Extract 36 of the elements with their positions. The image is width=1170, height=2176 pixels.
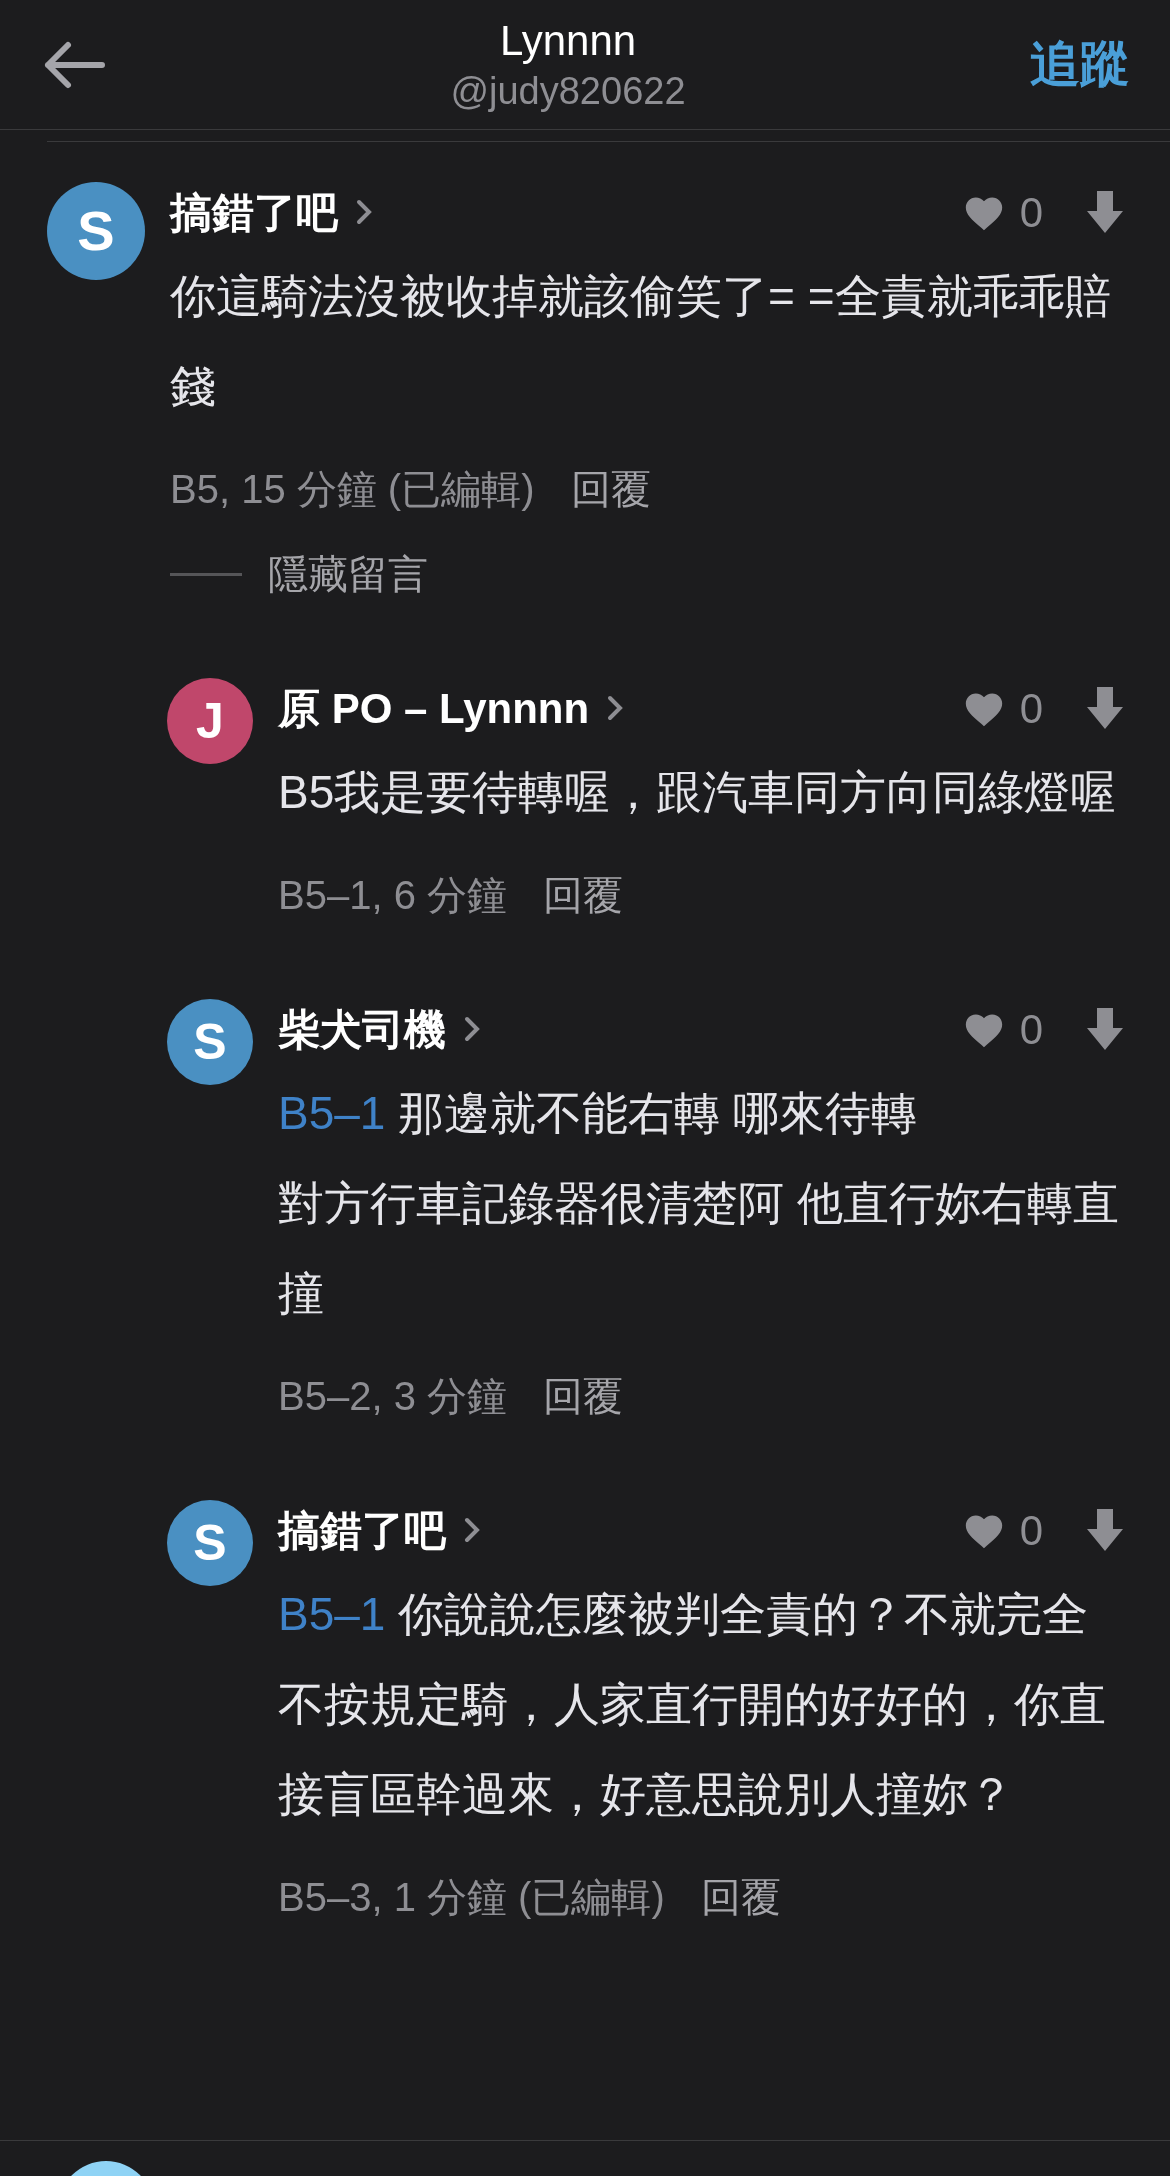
hide-comments-link[interactable]: 隱藏留言 (268, 544, 428, 604)
like-count: 0 (1019, 1004, 1043, 1055)
author-name[interactable]: 搞錯了吧 (170, 180, 338, 244)
avatar[interactable]: J (167, 678, 253, 764)
reply-link[interactable]: 回覆 (700, 1867, 781, 1927)
chevron-icon (464, 1016, 480, 1042)
comment-meta: B5–2, 3 分鐘 (278, 1373, 507, 1420)
chevron-icon (607, 695, 624, 721)
reply-to-link[interactable]: B5–1 (278, 1087, 386, 1139)
page-title: Lynnnn (499, 15, 637, 66)
like-count: 0 (1019, 683, 1043, 734)
comment-meta: B5–3, 1 分鐘 (已編輯) (278, 1874, 665, 1921)
like-count: 0 (1019, 187, 1043, 238)
chevron-icon (356, 199, 372, 225)
comment-text: B5我是要待轉喔，跟汽車同方向同綠燈喔 (278, 765, 1118, 820)
comment-text: 你這騎法沒被收掉就該偷笑了= =全責就乖乖賠錢 (170, 269, 1112, 414)
reply-link[interactable]: 回覆 (543, 1366, 623, 1426)
author-name[interactable]: 原 PO – Lynnnn (278, 676, 590, 740)
author-name[interactable]: 柴犬司機 (278, 997, 446, 1061)
comment-text: B5–1 你說說怎麼被判全責的？不就完全不按規定騎，人家直行開的好好的，你直接盲區幹過來，好意思說別人撞妳？ (278, 1587, 1107, 1822)
reply-link[interactable]: 回覆 (570, 459, 651, 519)
user-handle: @judy820622 (450, 68, 686, 114)
comment-meta: B5, 15 分鐘 (已編輯) (170, 466, 535, 513)
comment-text: 對方行車記錄器很清楚阿 他直行妳右轉直撞 (278, 1176, 1120, 1321)
follow-button[interactable]: 追蹤 (1030, 27, 1130, 102)
chevron-icon (464, 1517, 480, 1543)
comment-meta: B5–1, 6 分鐘 (278, 872, 507, 919)
down-arrow-icon[interactable] (1085, 685, 1125, 731)
reply-link[interactable]: 回覆 (543, 865, 623, 925)
down-arrow-icon[interactable] (1085, 1006, 1125, 1052)
like-count: 0 (1019, 1505, 1043, 1556)
down-arrow-icon[interactable] (1085, 189, 1125, 235)
comment-text: B5–1 那邊就不能右轉 哪來待轉 (278, 1086, 918, 1141)
down-arrow-icon[interactable] (1085, 1507, 1125, 1553)
author-name[interactable]: 搞錯了吧 (278, 1498, 446, 1562)
reply-to-link[interactable]: B5–1 (278, 1588, 386, 1640)
